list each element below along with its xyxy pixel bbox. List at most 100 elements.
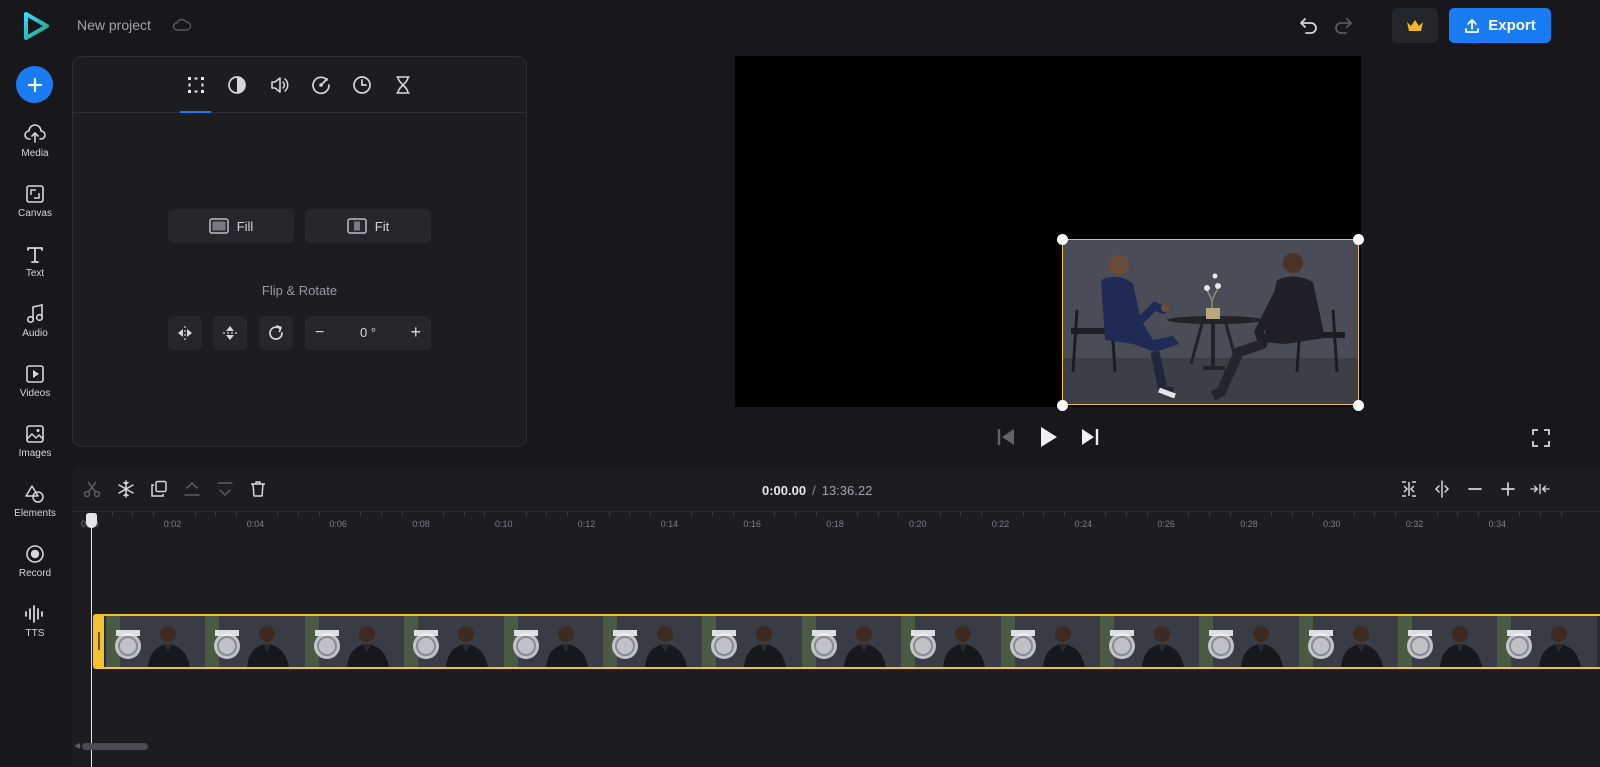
clip-thumbnail — [106, 616, 206, 667]
music-note-icon — [26, 304, 44, 324]
clip-thumbnail — [1199, 616, 1299, 667]
sidebar-label-text: Text — [25, 268, 45, 279]
sidebar-label-elements: Elements — [14, 508, 56, 519]
scroll-left-arrow[interactable]: ◀ — [74, 741, 80, 750]
flip-horizontal-button[interactable] — [168, 316, 202, 350]
clip-thumbnail — [1398, 616, 1498, 667]
ruler-minor-tick — [1105, 512, 1107, 516]
play-icon[interactable] — [1037, 426, 1059, 448]
redo-icon[interactable] — [1332, 14, 1354, 36]
clip-trim-handle-left[interactable] — [95, 616, 104, 667]
canvas-icon — [26, 185, 44, 203]
playhead-handle[interactable] — [86, 513, 97, 528]
sidebar-item-audio[interactable]: Audio — [0, 304, 70, 354]
sidebar-item-elements[interactable]: Elements — [0, 484, 70, 534]
skip-forward-icon[interactable] — [1079, 426, 1101, 448]
video-preview-canvas[interactable] — [735, 56, 1364, 411]
clip-thumbnail — [404, 616, 504, 667]
ruler-tick-label: 0:26 — [1157, 519, 1175, 529]
video-frame-thumbnail-image — [205, 616, 305, 667]
delete-button[interactable] — [248, 479, 268, 499]
transform-icon — [188, 77, 204, 93]
premium-button[interactable] — [1392, 8, 1438, 43]
rotate-button[interactable] — [259, 316, 293, 350]
sidebar-item-tts[interactable]: TTS — [0, 604, 70, 654]
ruler-minor-tick — [1540, 512, 1541, 516]
fill-button[interactable]: Fill — [168, 209, 294, 243]
clip-thumbnail — [801, 616, 902, 667]
project-title[interactable]: New project — [77, 17, 151, 33]
sidebar-item-text[interactable]: Text — [0, 244, 70, 294]
snap-button[interactable] — [1432, 479, 1452, 499]
ruler-minor-tick — [794, 512, 796, 516]
video-frame-thumbnail-image — [901, 616, 1001, 667]
add-media-button[interactable] — [16, 66, 53, 103]
fill-icon — [208, 218, 229, 234]
ruler-tick-label: 0:18 — [826, 519, 844, 529]
tab-duration[interactable] — [391, 73, 415, 97]
ruler-minor-tick — [1395, 512, 1397, 516]
tab-volume[interactable] — [267, 73, 291, 97]
video-frame-image — [1063, 240, 1358, 404]
ruler-tick-label: 0:10 — [495, 519, 513, 529]
fit-timeline-button[interactable] — [1399, 479, 1419, 499]
video-frame-thumbnail-image — [106, 616, 206, 667]
resize-handle-top-right[interactable] — [1353, 234, 1364, 245]
ruler-minor-tick — [691, 512, 693, 516]
video-frame-thumbnail-image — [602, 616, 703, 667]
sidebar-item-media[interactable]: Media — [0, 124, 70, 174]
sidebar-item-record[interactable]: Record — [0, 544, 70, 594]
move-up-layer-button[interactable] — [182, 479, 202, 499]
ruler-minor-tick — [153, 512, 155, 516]
split-button[interactable] — [82, 479, 102, 499]
selected-video-clip[interactable] — [1062, 239, 1359, 405]
tab-color-adjust[interactable] — [225, 73, 249, 97]
tab-speed[interactable] — [309, 73, 333, 97]
ruler-minor-tick — [1229, 512, 1231, 516]
ruler-tick-label: 0:30 — [1323, 519, 1341, 529]
undo-icon[interactable] — [1298, 14, 1320, 36]
collapse-gaps-button[interactable] — [1530, 479, 1550, 499]
skip-back-icon[interactable] — [995, 426, 1017, 448]
video-frame-thumbnail-image — [801, 616, 902, 667]
flip-vertical-button[interactable] — [213, 316, 247, 350]
video-track-clip[interactable] — [93, 614, 1600, 669]
fit-to-screen-icon — [1402, 481, 1416, 497]
resize-handle-bottom-right[interactable] — [1353, 400, 1364, 411]
sidebar-item-videos[interactable]: Videos — [0, 364, 70, 414]
horizontal-scrollbar[interactable] — [82, 743, 148, 750]
ruler-tick-label: 0:22 — [991, 519, 1010, 529]
clip-thumbnail — [503, 616, 603, 667]
crown-icon — [1407, 19, 1423, 31]
resize-handle-top-left[interactable] — [1057, 234, 1068, 245]
fit-button[interactable]: Fit — [305, 209, 431, 243]
video-play-icon — [26, 365, 44, 383]
scissors-icon — [83, 481, 101, 498]
zoom-out-button[interactable] — [1465, 479, 1485, 499]
sidebar-item-images[interactable]: Images — [0, 424, 70, 474]
timeline-ruler[interactable]: 0:000:020:040:060:080:100:120:140:160:18… — [72, 511, 1600, 531]
export-button[interactable]: Export — [1449, 8, 1551, 43]
fullscreen-icon[interactable] — [1531, 428, 1551, 448]
flip-horizontal-icon — [178, 326, 192, 340]
ruler-tick-label: 0:12 — [577, 519, 596, 529]
active-tab-indicator — [180, 111, 211, 113]
duplicate-button[interactable] — [149, 479, 169, 499]
ruler-minor-tick — [939, 512, 941, 516]
trash-icon — [251, 481, 265, 497]
resize-handle-bottom-left[interactable] — [1057, 400, 1068, 411]
app-logo-icon[interactable] — [22, 12, 50, 40]
ruler-minor-tick — [960, 512, 962, 516]
ruler-minor-tick — [1043, 512, 1045, 516]
video-frame-thumbnail-image — [702, 616, 802, 667]
ruler-minor-tick — [298, 512, 299, 516]
ruler-minor-tick — [380, 512, 382, 516]
sidebar-item-canvas[interactable]: Canvas — [0, 184, 70, 234]
move-down-layer-button[interactable] — [215, 479, 235, 499]
zoom-in-button[interactable] — [1498, 479, 1518, 499]
ruler-tick-label: 0:24 — [1074, 519, 1093, 529]
tab-transform[interactable] — [184, 73, 208, 97]
tab-timing[interactable] — [350, 73, 374, 97]
rotation-increase-button[interactable]: + — [410, 322, 421, 343]
freeze-frame-button[interactable] — [116, 479, 136, 499]
